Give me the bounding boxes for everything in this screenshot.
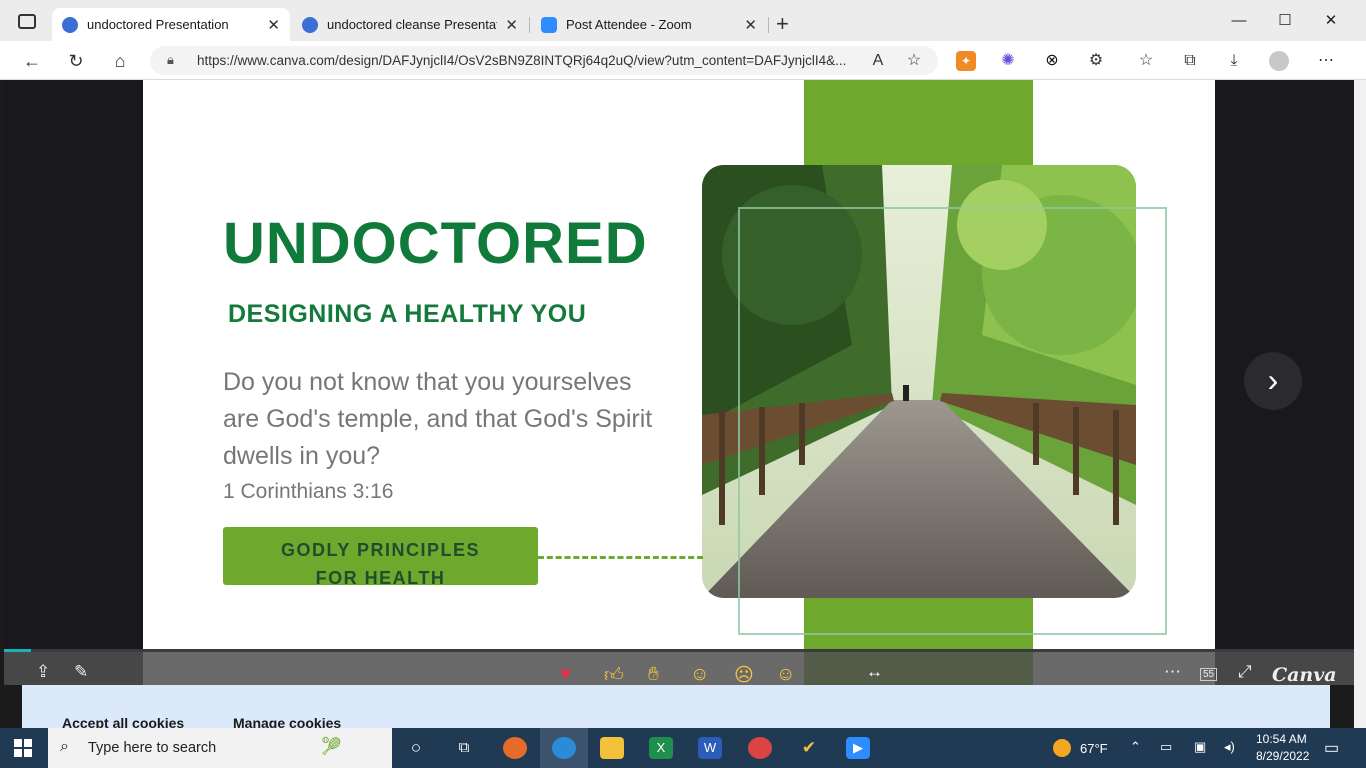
close-tab-icon[interactable]: ✕ [744,16,757,34]
tab-title: undoctored cleanse Presentation [327,17,497,32]
slide-subtitle: DESIGNING A HEALTHY YOU [228,300,587,328]
banner-line-1: GODLY PRINCIPLES [280,540,481,560]
clock-date[interactable]: 8/29/2022 [1256,749,1309,763]
file-explorer-icon[interactable] [600,737,624,759]
zoom-app-icon[interactable]: ▶ [846,737,870,759]
cortana-icon[interactable]: ○ [404,737,428,759]
close-window-button[interactable]: ✕ [1308,8,1354,34]
favorites-icon[interactable]: ☆ [1136,51,1156,71]
address-bar[interactable]: 🔒︎ https://www.canva.com/design/DAFJynjc… [150,46,938,75]
heart-reaction-icon[interactable]: ♥ [560,664,571,686]
clock-time[interactable]: 10:54 AM [1256,732,1307,746]
scripture-quote: Do you not know that you yourselves are … [223,368,653,470]
minimize-button[interactable]: — [1216,8,1262,34]
read-aloud-icon[interactable]: A [868,51,888,71]
cookie-banner: Accept all cookies Manage cookies [22,685,1330,731]
refresh-button[interactable]: ↻ [62,47,90,75]
tab-divider [768,17,769,33]
surprised-reaction-icon[interactable]: ☹ [734,664,754,687]
search-icon: ⌕ [60,738,69,755]
profile-avatar[interactable] [1269,51,1289,71]
thumbs-up-reaction-icon[interactable]: 👍︎ [604,664,624,687]
photo-outline-frame [738,207,1167,635]
start-button[interactable] [14,739,32,757]
firefox-icon[interactable] [503,737,527,759]
back-button[interactable]: ← [18,47,46,75]
tab-zoom[interactable]: Post Attendee - Zoom ✕ [531,8,767,41]
collections-icon[interactable]: ⧉ [1180,51,1200,71]
tray-chevron-icon[interactable]: ⌃ [1130,739,1141,755]
close-tab-icon[interactable]: ✕ [505,16,518,34]
excel-icon[interactable]: X [649,737,673,759]
tab-title: undoctored Presentation [87,17,229,32]
banner-line-2: FOR HEALTH [315,568,446,585]
close-tab-icon[interactable]: ✕ [267,16,280,34]
pencil-icon[interactable]: ✎ [74,662,88,682]
tab-undoctored-presentation[interactable]: undoctored Presentation ✕ [52,8,290,41]
tab-divider [529,17,530,33]
tab-actions-icon[interactable] [18,14,36,29]
chrome-icon[interactable] [748,737,772,759]
favorite-add-icon[interactable]: ☆ [904,51,924,71]
tab-title: Post Attendee - Zoom [566,17,692,32]
maximize-button[interactable]: ☐ [1262,8,1308,34]
browser-toolbar: ← ↻ ⌂ 🔒︎ https://www.canva.com/design/DA… [0,41,1366,80]
new-tab-button[interactable]: + [776,11,789,37]
fullscreen-icon[interactable]: ⤢ [1238,662,1252,682]
godly-principles-banner: GODLY PRINCIPLES FOR HEALTH [223,527,538,585]
windows-logo-icon [14,739,32,757]
notifications-icon[interactable]: ▭ [1324,738,1339,758]
share-icon[interactable]: ⇪ [36,662,50,682]
lock-icon[interactable]: 🔒︎ [167,52,174,68]
slide-title: UNDOCTORED [223,211,648,276]
tab-undoctored-cleanse[interactable]: undoctored cleanse Presentation ✕ [292,8,528,41]
thinking-reaction-icon[interactable]: ☺ [776,664,795,686]
weather-sun-icon[interactable] [1053,739,1071,757]
page-count-badge[interactable]: 55 [1200,668,1218,681]
more-menu-icon[interactable]: ⋯ [1316,51,1336,71]
purple-extension-icon[interactable]: ✺ [998,51,1018,71]
browser-tab-bar: undoctored Presentation ✕ undoctored cle… [0,0,1366,41]
weather-temperature[interactable]: 67°F [1080,741,1108,756]
taskbar-search-box[interactable]: ⌕ Type here to search 🎾︎ [48,728,392,768]
network-icon[interactable]: ▣ [1194,739,1206,755]
viewer-controls-bar: ⇪ ✎ ♥ 👍︎ ✋︎ ☺ ☹ ☺ ↔ ⋯ 55 ⤢ Canva [4,652,1354,687]
scripture-citation: 1 Corinthians 3:16 [223,480,394,503]
volume-icon[interactable]: ◂) [1224,739,1235,755]
canva-logo[interactable]: Canva [1272,664,1337,686]
more-options-icon[interactable]: ⋯ [1164,662,1181,682]
url-text: https://www.canva.com/design/DAFJynjclI4… [197,53,847,68]
zoom-favicon-icon [541,16,557,33]
resize-cursor-icon: ↔ [866,662,883,681]
dark-extension-icon[interactable]: ⊗ [1042,51,1062,71]
laugh-reaction-icon[interactable]: ☺ [690,664,709,686]
battery-icon[interactable]: ▭ [1160,739,1172,755]
search-placeholder: Type here to search [88,740,217,756]
search-highlight-icon: 🎾︎ [320,736,343,756]
clap-reaction-icon[interactable]: ✋︎ [648,664,659,686]
dashed-connector-line [538,556,703,559]
downloads-icon[interactable]: ⤓ [1224,51,1244,71]
home-button[interactable]: ⌂ [106,47,134,75]
extensions-icon[interactable]: ⚙ [1086,51,1106,71]
slide: UNDOCTORED DESIGNING A HEALTHY YOU Do yo… [143,80,1215,685]
task-view-icon[interactable]: ⧉ [452,737,476,759]
word-icon[interactable]: W [698,737,722,759]
next-slide-button[interactable]: › [1244,352,1302,410]
page-scrollbar[interactable] [1354,80,1366,728]
windows-taskbar: ⌕ Type here to search 🎾︎ ○ ⧉ X W ✔ ▶ 67°… [0,728,1366,768]
edge-favicon-icon [302,16,318,33]
tasks-app-icon[interactable]: ✔ [797,737,821,759]
edge-favicon-icon [62,16,78,33]
orange-extension-icon[interactable]: ✦ [956,51,976,71]
edge-icon[interactable] [552,737,576,759]
